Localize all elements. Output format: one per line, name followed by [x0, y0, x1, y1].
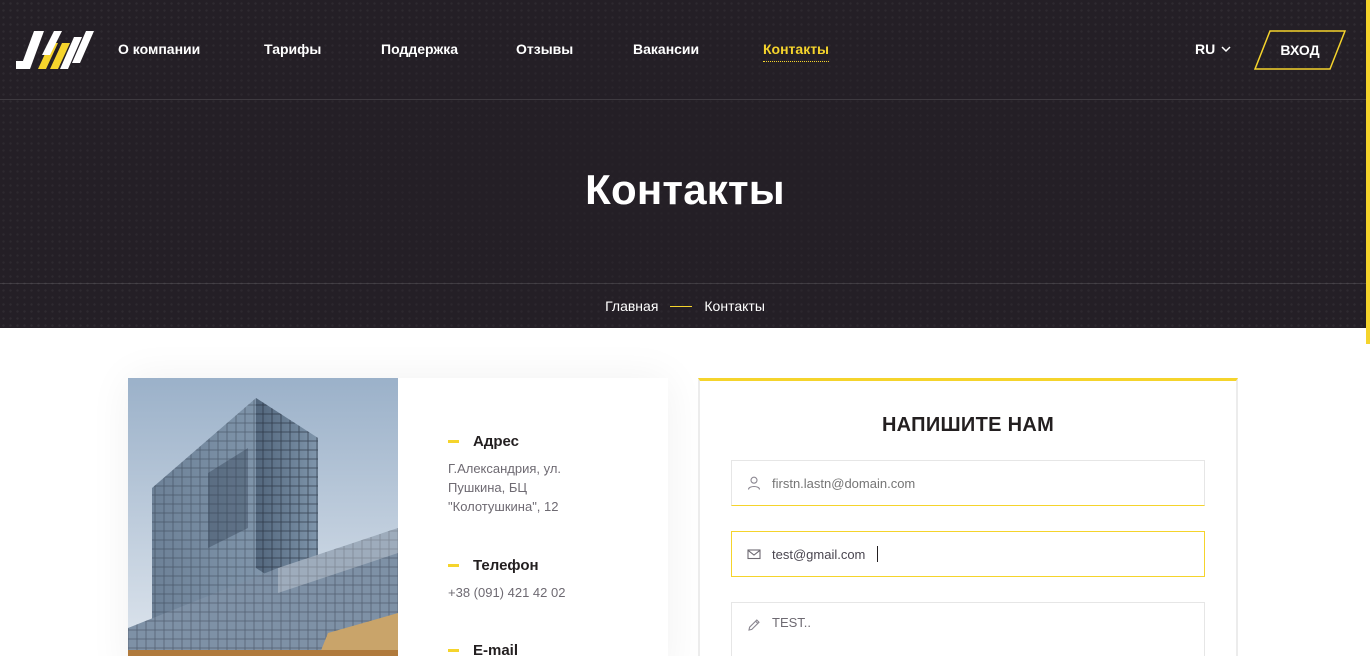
yellow-dash-icon	[448, 649, 459, 652]
email-block: E-mail	[448, 642, 518, 656]
envelope-icon	[747, 549, 761, 560]
breadcrumb-current: Контакты	[704, 298, 765, 314]
email-field[interactable]	[731, 531, 1205, 577]
jw-logo-icon[interactable]	[16, 31, 96, 69]
building-photo	[128, 378, 398, 656]
yellow-dash-icon	[448, 440, 459, 443]
name-field[interactable]	[731, 460, 1205, 506]
scrollbar-thumb[interactable]	[1366, 0, 1370, 344]
nav-item-contacts[interactable]: Контакты	[763, 40, 830, 62]
message-textarea[interactable]: TEST..	[772, 615, 1172, 630]
message-field[interactable]: TEST..	[731, 602, 1205, 656]
page-title: Контакты	[585, 166, 785, 213]
language-selector[interactable]: RU	[1195, 41, 1231, 57]
phone-label: Телефон	[473, 557, 539, 574]
office-building-image	[128, 378, 398, 656]
contact-info-card: Адрес Г.Александрия, ул. Пушкина, БЦ "Ко…	[128, 378, 668, 656]
text-caret	[877, 546, 878, 562]
address-value: Г.Александрия, ул. Пушкина, БЦ "Колотушк…	[448, 461, 562, 514]
breadcrumb-home-link[interactable]: Главная	[605, 298, 658, 314]
language-label: RU	[1195, 41, 1216, 57]
breadcrumb-separator	[670, 305, 693, 307]
nav-item-reviews[interactable]: Отзывы	[516, 40, 573, 58]
top-navbar: О компании Тарифы Поддержка Отзывы Вакан…	[0, 0, 1370, 100]
name-input[interactable]	[772, 475, 1172, 491]
page-hero: О компании Тарифы Поддержка Отзывы Вакан…	[0, 0, 1370, 328]
email-heading: E-mail	[448, 642, 518, 656]
form-title: НАПИШИТЕ НАМ	[881, 414, 1055, 436]
user-icon	[747, 476, 761, 490]
breadcrumb: Главная Контакты	[0, 298, 1370, 314]
login-button[interactable]: ВХОД	[1254, 30, 1346, 70]
address-block: Адрес Г.Александрия, ул. Пушкина, БЦ "Ко…	[448, 433, 588, 516]
nav-item-tariffs[interactable]: Тарифы	[264, 40, 321, 58]
chevron-down-icon	[1221, 45, 1231, 52]
yellow-dash-icon	[448, 564, 459, 567]
nav-item-about[interactable]: О компании	[118, 40, 200, 58]
nav-item-support[interactable]: Поддержка	[381, 40, 458, 58]
breadcrumb-bar: Главная Контакты	[0, 283, 1370, 328]
address-heading: Адрес	[448, 433, 588, 450]
address-label: Адрес	[473, 433, 520, 450]
contact-form-card: НАПИШИТЕ НАМ TEST..	[698, 378, 1238, 656]
login-label: ВХОД	[1280, 42, 1320, 58]
pencil-icon	[748, 619, 760, 631]
phone-heading: Телефон	[448, 557, 588, 574]
phone-block: Телефон +38 (091) 421 42 02	[448, 557, 588, 602]
email-label: E-mail	[473, 642, 519, 656]
nav-item-vacancies[interactable]: Вакансии	[633, 40, 699, 58]
email-input[interactable]	[772, 546, 876, 562]
phone-value[interactable]: +38 (091) 421 42 02	[448, 583, 588, 602]
